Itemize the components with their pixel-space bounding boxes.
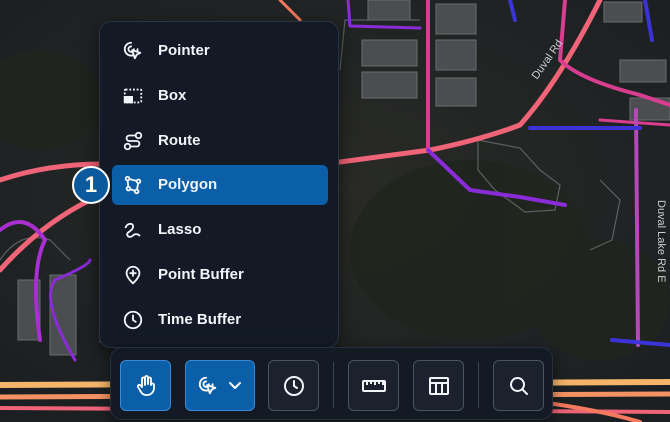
menu-item-time-buffer[interactable]: Time Buffer: [112, 300, 328, 340]
hand-pan-icon: [136, 375, 155, 396]
menu-item-label: Lasso: [158, 221, 202, 238]
menu-item-point-buffer[interactable]: Point Buffer: [112, 255, 328, 295]
road-label-duval-lake-rd-e: Duval Lake Rd E: [655, 200, 667, 283]
select-tool-icon: [198, 376, 217, 395]
selection-tool-menu: Pointer Box Route Polygon Lasso Point Bu…: [99, 21, 339, 348]
point-buffer-icon: [125, 265, 141, 285]
menu-item-label: Polygon: [158, 176, 218, 193]
menu-item-label: Point Buffer: [158, 266, 244, 283]
polygon-icon: [124, 175, 142, 195]
pan-button[interactable]: [120, 360, 171, 411]
menu-item-polygon[interactable]: Polygon: [112, 165, 328, 205]
search-button[interactable]: [493, 360, 544, 411]
measure-button[interactable]: [348, 360, 399, 411]
menu-item-label: Route: [158, 132, 201, 149]
chevron-down-icon: [229, 382, 241, 389]
table-icon: [429, 377, 449, 395]
time-button[interactable]: [268, 360, 319, 411]
select-tool-dropdown-button[interactable]: [185, 360, 255, 411]
clock-icon: [284, 376, 304, 396]
pointer-icon: [123, 41, 142, 60]
toolbar-divider: [333, 362, 334, 408]
menu-item-lasso[interactable]: Lasso: [112, 210, 328, 250]
search-icon: [510, 377, 528, 395]
menu-item-route[interactable]: Route: [112, 121, 328, 161]
table-button[interactable]: [413, 360, 464, 411]
menu-item-pointer[interactable]: Pointer: [112, 31, 328, 71]
menu-item-label: Pointer: [158, 42, 210, 59]
route-icon: [123, 131, 143, 151]
time-buffer-icon: [123, 310, 143, 330]
lasso-icon: [124, 222, 141, 238]
toolbar-divider: [478, 362, 479, 408]
ruler-icon: [362, 380, 386, 392]
menu-item-label: Time Buffer: [158, 311, 242, 328]
box-select-icon: [123, 88, 143, 104]
menu-item-label: Box: [158, 87, 187, 104]
menu-item-box[interactable]: Box: [112, 76, 328, 116]
callout-badge: 1: [72, 166, 110, 204]
map-toolbar: [110, 347, 553, 420]
